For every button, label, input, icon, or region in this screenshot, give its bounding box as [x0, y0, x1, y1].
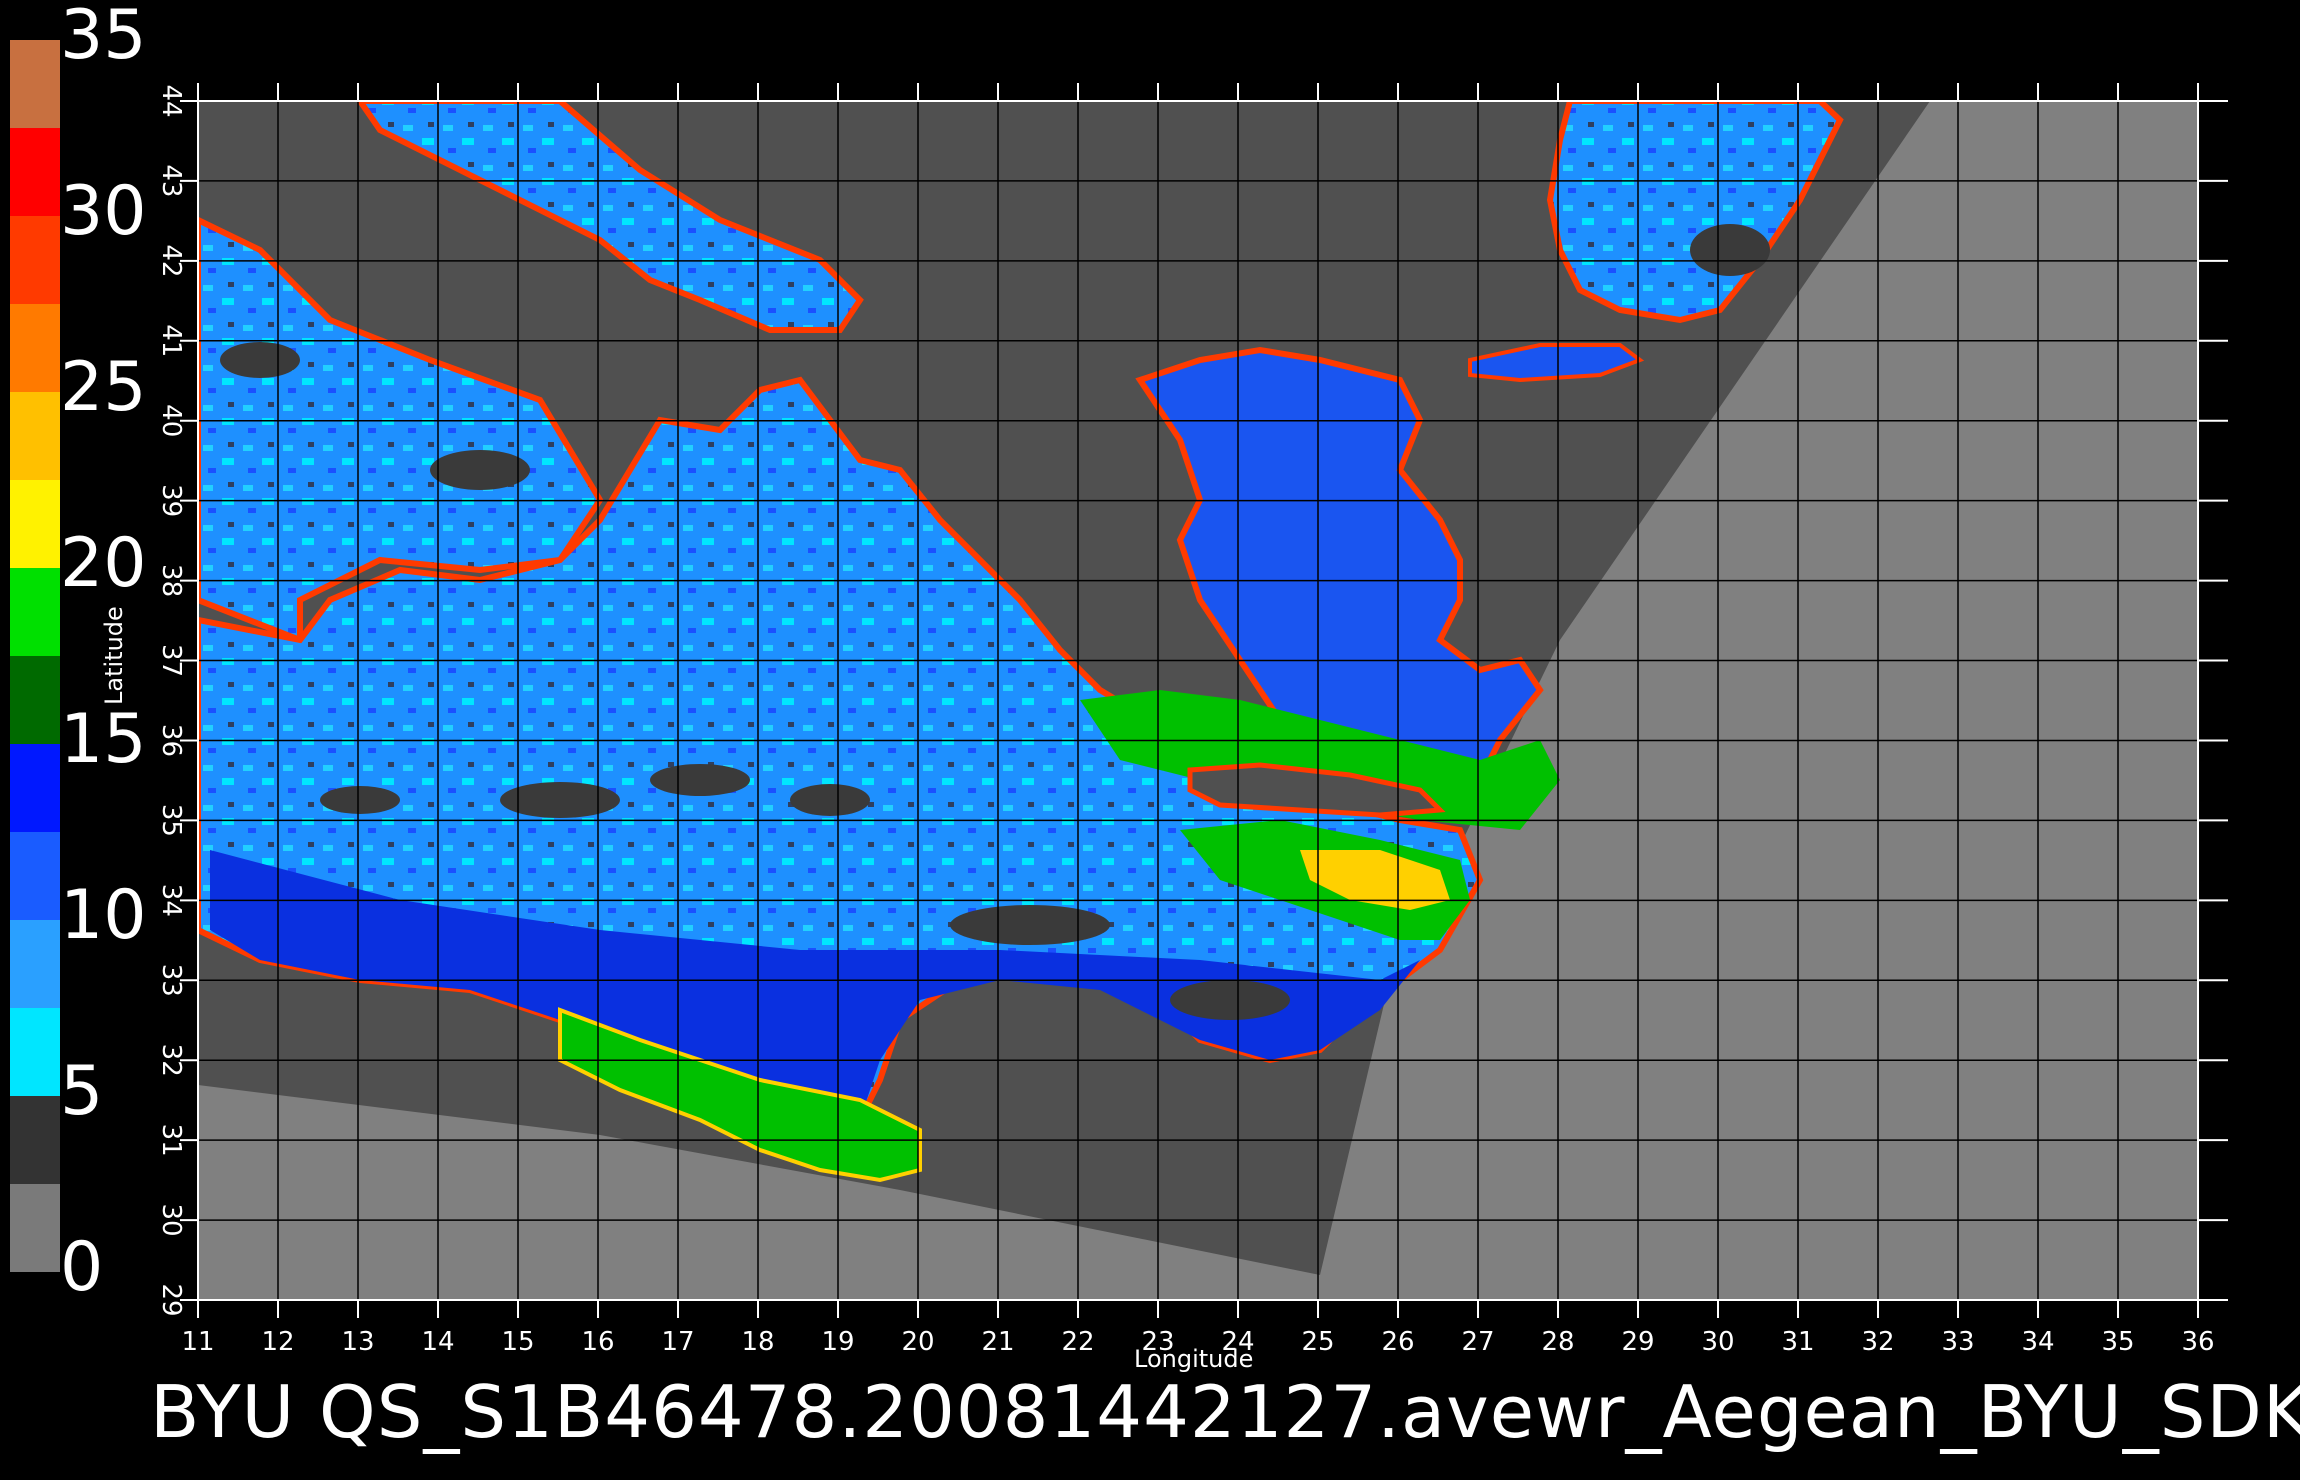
colorbar-segment — [10, 216, 60, 304]
x-tick-label: 31 — [1781, 1327, 1814, 1357]
y-tick-label: 36 — [156, 724, 186, 757]
colorbar-label: 5 — [60, 1052, 104, 1131]
wind-map: 11 12 13 14 15 16 17 18 19 20 21 22 23 24 25 26 27 28 29 30… — [156, 83, 2228, 1357]
y-tick-label: 35 — [156, 804, 186, 837]
x-tick-label: 30 — [1701, 1327, 1734, 1357]
x-tick-label: 27 — [1461, 1327, 1494, 1357]
x-tick-label: 19 — [821, 1327, 854, 1357]
colorbar-segment — [10, 832, 60, 920]
x-tick-label: 13 — [341, 1327, 374, 1357]
colorbar-segment — [10, 1184, 60, 1272]
x-tick-label: 28 — [1541, 1327, 1574, 1357]
colorbar-segment — [10, 128, 60, 216]
colorbar-segment — [10, 656, 60, 744]
colorbar-segment — [10, 392, 60, 480]
colorbar-label: 10 — [60, 876, 147, 955]
x-tick-label: 12 — [261, 1327, 294, 1357]
colorbar — [10, 40, 60, 1272]
y-axis-label: Latitude — [100, 606, 128, 705]
y-tick-label: 29 — [156, 1283, 186, 1316]
x-tick-label: 16 — [581, 1327, 614, 1357]
y-tick-label: 31 — [156, 1124, 186, 1157]
x-tick-label: 25 — [1301, 1327, 1334, 1357]
x-tick-label: 26 — [1381, 1327, 1414, 1357]
colorbar-segment — [10, 40, 60, 128]
colorbar-segment — [10, 744, 60, 832]
y-tick-label: 30 — [156, 1204, 186, 1237]
colorbar-label: 0 — [60, 1228, 104, 1307]
product-title: BYU QS_S1B46478.20081442127.avewr_Aegean… — [150, 1370, 2300, 1454]
y-tick-label: 38 — [156, 564, 186, 597]
y-tick-label: 32 — [156, 1044, 186, 1077]
colorbar-label: 15 — [60, 700, 147, 779]
y-tick-label: 37 — [156, 644, 186, 677]
colorbar-label: 30 — [60, 172, 147, 251]
x-tick-label: 20 — [901, 1327, 934, 1357]
colorbar-label: 25 — [60, 348, 147, 427]
colorbar-segment — [10, 304, 60, 392]
y-tick-label: 33 — [156, 964, 186, 997]
x-tick-label: 17 — [661, 1327, 694, 1357]
colorbar-segment — [10, 920, 60, 1008]
colorbar-label: 35 — [60, 0, 147, 75]
x-tick-label: 21 — [981, 1327, 1014, 1357]
y-tick-label: 43 — [156, 164, 186, 197]
y-tick-label: 42 — [156, 244, 186, 277]
x-tick-label: 18 — [741, 1327, 774, 1357]
x-tick-label: 35 — [2101, 1327, 2134, 1357]
y-tick-label: 44 — [156, 84, 186, 117]
x-tick-label: 33 — [1941, 1327, 1974, 1357]
colorbar-label: 20 — [60, 524, 147, 603]
x-tick-label: 34 — [2021, 1327, 2054, 1357]
x-tick-label: 22 — [1061, 1327, 1094, 1357]
x-axis-label: Longitude — [1134, 1345, 1254, 1373]
y-tick-label: 39 — [156, 484, 186, 517]
colorbar-segment — [10, 1008, 60, 1096]
y-tick-label: 34 — [156, 884, 186, 917]
y-tick-label: 40 — [156, 404, 186, 437]
x-tick-label: 32 — [1861, 1327, 1894, 1357]
colorbar-segment — [10, 1096, 60, 1184]
colorbar-segment — [10, 568, 60, 656]
x-tick-label: 36 — [2181, 1327, 2214, 1357]
x-tick-label: 15 — [501, 1327, 534, 1357]
colorbar-segment — [10, 480, 60, 568]
x-tick-label: 11 — [181, 1327, 214, 1357]
x-tick-label: 29 — [1621, 1327, 1654, 1357]
x-tick-label: 14 — [421, 1327, 454, 1357]
y-tick-label: 41 — [156, 324, 186, 357]
